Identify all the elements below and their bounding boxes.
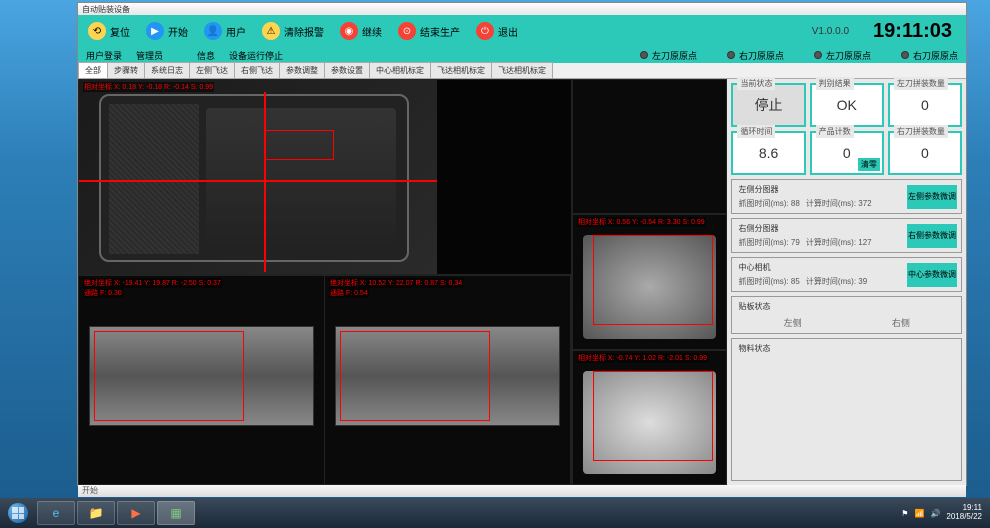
current-status-box: 当前状态停止 xyxy=(731,83,805,127)
reset-icon: ⟲ xyxy=(88,22,106,40)
info-label: 信息 xyxy=(197,49,215,62)
mid1-coord: 相对坐标 X: 0.56 Y: -0.54 R: 3.30 S: 0.99 xyxy=(577,217,706,227)
tray-volume-icon: 🔊 xyxy=(930,509,940,518)
start-button[interactable]: ▶开始 xyxy=(140,18,194,44)
tab-param-adjust[interactable]: 参数调整 xyxy=(279,62,325,78)
result-box: 判别结果OK xyxy=(810,83,884,127)
continue-icon: ◉ xyxy=(340,22,358,40)
tab-step[interactable]: 步骤转 xyxy=(107,62,145,78)
content-area: 相对坐标 X: 0.18 Y: -0.18 R: -0.14 S: 0.99 绝… xyxy=(78,79,966,485)
knife-status-panel: 贴板状态 左侧右侧 xyxy=(731,296,962,334)
continue-button[interactable]: ◉继续 xyxy=(334,18,388,44)
center-adjust-button[interactable]: 中心参数微调 xyxy=(907,263,957,287)
manage-link[interactable]: 管理员 xyxy=(136,49,163,62)
window-title: 自动贴装设备 xyxy=(78,3,966,15)
status-dot-icon xyxy=(814,51,822,59)
bottom-left-camera[interactable]: 绝对坐标 X: -19.41 Y: 19.87 R: -2.50 S: 0.37… xyxy=(79,276,325,484)
tray-network-icon: 📶 xyxy=(914,509,924,518)
left-count-box: 左刀拼装数量0 xyxy=(888,83,962,127)
alarm-icon: ⚠ xyxy=(262,22,280,40)
taskbar-app[interactable]: ▦ xyxy=(157,501,195,525)
tab-param-set[interactable]: 参数设置 xyxy=(324,62,370,78)
right-dispenser-panel: 右侧分图器 抓图时间(ms): 79计算时间(ms): 127 右侧参数微调 xyxy=(731,218,962,253)
right-drive-origin: 右刀原原点 xyxy=(727,49,784,62)
left-camera-pane: 相对坐标 X: 0.18 Y: -0.18 R: -0.14 S: 0.99 绝… xyxy=(78,79,572,485)
exit-button[interactable]: ⏻退出 xyxy=(470,18,524,44)
play-icon: ▶ xyxy=(146,22,164,40)
version-label: V1.0.0.0 xyxy=(812,26,849,37)
bottom-right-camera[interactable]: 绝对坐标 X: 10.52 Y: 22.07 R: 0.87 S: 0.34 通… xyxy=(325,276,571,484)
mid-center-camera[interactable]: 相对坐标 X: 0.56 Y: -0.54 R: 3.30 S: 0.99 xyxy=(572,214,728,349)
reset-button[interactable]: ⟲复位 xyxy=(82,18,136,44)
left-motor-origin: 左刀原原点 xyxy=(814,49,871,62)
user-icon: 👤 xyxy=(204,22,222,40)
right-count-box: 右刀拼装数量0 xyxy=(888,131,962,175)
tray-flag-icon: ⚑ xyxy=(901,509,908,518)
clock: 19:11:03 xyxy=(873,20,952,43)
clear-count-button[interactable]: 清零 xyxy=(858,158,880,171)
status-dot-icon xyxy=(901,51,909,59)
mid-top-camera[interactable] xyxy=(572,79,728,214)
status-dot-icon xyxy=(727,51,735,59)
material-status-panel: 物料状态 xyxy=(731,338,962,481)
center-camera-panel: 中心相机 抓图时间(ms): 85计算时间(ms): 39 中心参数微调 xyxy=(731,257,962,292)
status-pane: 当前状态停止 判别结果OK 左刀拼装数量0 循环时间8.6 产品计数0清零 右刀… xyxy=(727,79,966,485)
start-button[interactable] xyxy=(0,498,36,528)
main-window: 自动贴装设备 ⟲复位 ▶开始 👤用户 ⚠清除报警 ◉继续 ⊙结束生产 ⏻退出 V… xyxy=(77,2,967,486)
left-dispenser-panel: 左侧分图器 抓图时间(ms): 88计算时间(ms): 372 左侧参数微调 xyxy=(731,179,962,214)
tab-left-feeder[interactable]: 左侧飞达 xyxy=(189,62,235,78)
windows-taskbar: e 📁 ▶ ▦ ⚑ 📶 🔊 19:112018/5/22 xyxy=(0,498,990,528)
br-coord2: 通路 F: 0.54 xyxy=(329,288,369,298)
tray-clock[interactable]: 19:112018/5/22 xyxy=(946,504,982,522)
left-drive-origin: 左刀原原点 xyxy=(640,49,697,62)
tab-feeder-cam[interactable]: 飞达相机标定 xyxy=(430,62,492,78)
product-count-box: 产品计数0清零 xyxy=(810,131,884,175)
windows-logo-icon xyxy=(8,503,28,523)
mid2-coord: 相对坐标 X: -0.74 Y: 1.02 R: -2.01 S: 0.99 xyxy=(577,353,708,363)
main-camera-view[interactable]: 相对坐标 X: 0.18 Y: -0.18 R: -0.14 S: 0.99 xyxy=(78,79,572,275)
right-adjust-button[interactable]: 右侧参数微调 xyxy=(907,224,957,248)
system-tray[interactable]: ⚑ 📶 🔊 19:112018/5/22 xyxy=(901,504,990,522)
window-status-bar: 开始 xyxy=(78,485,966,497)
taskbar-explorer[interactable]: 📁 xyxy=(77,501,115,525)
stop-icon: ⊙ xyxy=(398,22,416,40)
tab-center-cam[interactable]: 中心相机标定 xyxy=(369,62,431,78)
cycle-time-box: 循环时间8.6 xyxy=(731,131,805,175)
right-motor-origin: 右刀原原点 xyxy=(901,49,958,62)
left-adjust-button[interactable]: 左侧参数微调 xyxy=(907,185,957,209)
taskbar-media[interactable]: ▶ xyxy=(117,501,155,525)
user-login-link[interactable]: 用户登录 xyxy=(86,49,122,62)
exit-icon: ⏻ xyxy=(476,22,494,40)
status-dot-icon xyxy=(640,51,648,59)
bl-coord1: 绝对坐标 X: -19.41 Y: 19.87 R: -2.50 S: 0.37 xyxy=(83,278,222,288)
bl-coord2: 通路 F: 0.30 xyxy=(83,288,123,298)
top-coord-text: 相对坐标 X: 0.18 Y: -0.18 R: -0.14 S: 0.99 xyxy=(83,82,214,92)
tab-right-feeder[interactable]: 右侧飞达 xyxy=(234,62,280,78)
tab-all[interactable]: 全部 xyxy=(78,62,108,78)
br-coord1: 绝对坐标 X: 10.52 Y: 22.07 R: 0.87 S: 0.34 xyxy=(329,278,463,288)
tab-syslog[interactable]: 系统日志 xyxy=(144,62,190,78)
device-status-label: 设备运行停止 xyxy=(229,49,283,62)
mid-bottom-camera[interactable]: 相对坐标 X: -0.74 Y: 1.02 R: -2.01 S: 0.99 xyxy=(572,350,728,485)
sub-toolbar: 用户登录 管理员 信息 设备运行停止 左刀原原点 右刀原原点 左刀原原点 右刀原… xyxy=(78,47,966,63)
user-button[interactable]: 👤用户 xyxy=(198,18,252,44)
clear-alarm-button[interactable]: ⚠清除报警 xyxy=(256,18,330,44)
mid-camera-pane: 相对坐标 X: 0.56 Y: -0.54 R: 3.30 S: 0.99 相对… xyxy=(572,79,728,485)
main-toolbar: ⟲复位 ▶开始 👤用户 ⚠清除报警 ◉继续 ⊙结束生产 ⏻退出 V1.0.0.0… xyxy=(78,15,966,47)
tab-feeder-cam2[interactable]: 飞达相机标定 xyxy=(491,62,553,78)
end-production-button[interactable]: ⊙结束生产 xyxy=(392,18,466,44)
taskbar-ie[interactable]: e xyxy=(37,501,75,525)
